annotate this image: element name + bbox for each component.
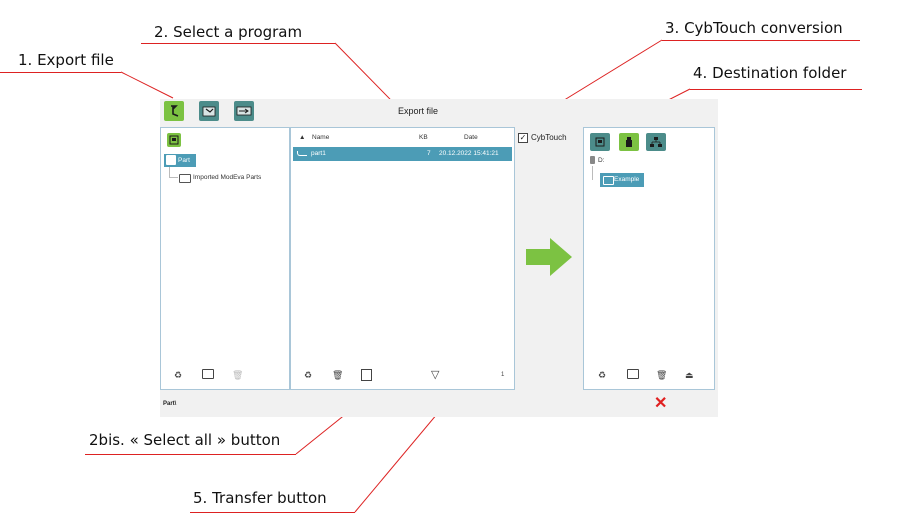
callout-underline [85, 454, 296, 455]
file-row-part1[interactable]: part1 7 20.12.2022 15:41:21 [293, 147, 512, 161]
callout-destination-folder: 4. Destination folder [693, 64, 847, 82]
tree-item-label: Part [178, 157, 190, 164]
status-path: Part\ [163, 401, 177, 407]
export-file-icon [171, 105, 179, 117]
file-name: part1 [311, 150, 326, 157]
file-date: 20.12.2022 15:41:21 [439, 150, 499, 157]
machine-transfer-button[interactable] [234, 101, 254, 121]
export-file-window: Export file Part Imported ModEva Parts ♻… [160, 99, 718, 417]
leader-export-file [120, 71, 174, 99]
callout-underline [141, 43, 335, 44]
delete-file-button[interactable]: 🗑 [332, 370, 343, 381]
callout-underline [662, 40, 860, 41]
local-drive-button[interactable] [167, 133, 181, 147]
callout-cybtouch-conversion: 3. CybTouch conversion [665, 19, 843, 37]
folder-open-icon [603, 176, 614, 185]
filter-button[interactable]: ▽ [431, 368, 439, 381]
usb-drive-icon [626, 137, 632, 147]
delete-folder-button[interactable]: 🗑 [232, 370, 243, 381]
select-all-button[interactable] [361, 369, 372, 381]
destination-folder-panel: D: Example ♻ 🗑 ⏏ [583, 127, 715, 390]
cybtouch-label: CybTouch [531, 133, 567, 142]
drive-icon [590, 156, 595, 164]
trash-icon: 🗑 [332, 370, 344, 380]
drive-label: D: [598, 157, 605, 164]
filter-icon: ▽ [431, 369, 440, 381]
destination-new-folder-button[interactable] [627, 369, 639, 379]
callout-underline [190, 512, 355, 513]
callout-select-program: 2. Select a program [154, 23, 303, 41]
column-header-date[interactable]: Date [464, 134, 478, 141]
tree-connector [169, 167, 178, 178]
folder-icon [179, 174, 191, 183]
source-folder-panel: Part Imported ModEva Parts ♻ 🗑 [160, 127, 290, 390]
column-header-name[interactable]: Name [312, 134, 329, 141]
network-icon [650, 137, 662, 147]
new-folder-button[interactable] [202, 369, 214, 379]
tree-connector [592, 166, 599, 180]
callout-underline [690, 89, 862, 90]
destination-delete-button[interactable]: 🗑 [656, 370, 667, 381]
import-file-icon [202, 106, 216, 117]
close-icon: ✕ [654, 395, 668, 412]
refresh-files-button[interactable]: ♻ [304, 370, 312, 381]
transfer-button[interactable] [526, 238, 572, 276]
network-drive-button[interactable] [646, 133, 666, 151]
refresh-button[interactable]: ♻ [174, 370, 182, 381]
recycle-icon: ♻ [598, 370, 607, 380]
destination-folder-example[interactable]: Example [600, 173, 644, 187]
hard-drive-icon [595, 137, 605, 147]
recycle-icon: ♻ [174, 370, 183, 380]
callout-transfer: 5. Transfer button [193, 489, 327, 507]
close-button[interactable]: ✕ [654, 393, 667, 413]
sort-ascending-icon[interactable]: ▲ [299, 134, 305, 141]
trash-icon: 🗑 [656, 370, 668, 380]
tree-item-part[interactable]: Part [164, 154, 196, 167]
hard-drive-icon [169, 135, 179, 145]
destination-local-drive-button[interactable] [590, 133, 610, 151]
callout-underline [0, 72, 121, 73]
import-file-button[interactable] [199, 101, 219, 121]
usb-drive-button[interactable] [619, 133, 639, 151]
machine-transfer-icon [236, 106, 252, 116]
recycle-icon: ♻ [304, 370, 313, 380]
window-title: Export file [398, 106, 439, 116]
tree-item-label: Imported ModEva Parts [193, 174, 262, 181]
export-file-button[interactable] [164, 101, 184, 121]
eject-button[interactable]: ⏏ [685, 370, 694, 381]
cybtouch-checkbox[interactable]: ✓ [518, 133, 528, 143]
folder-label: Example [614, 176, 640, 183]
eject-icon: ⏏ [685, 370, 694, 380]
callout-select-all: 2bis. « Select all » button [89, 431, 281, 449]
tree-item-imported-modeva-parts[interactable]: Imported ModEva Parts [179, 173, 261, 183]
part-drive-icon [166, 155, 176, 165]
trash-icon: 🗑 [232, 370, 244, 380]
part-file-icon [297, 151, 307, 156]
callout-export-file: 1. Export file [18, 51, 114, 69]
file-count: 1 [501, 372, 505, 378]
file-list-panel: ▲ Name KB Date part1 7 20.12.2022 15:41:… [290, 127, 515, 390]
file-size: 7 [427, 150, 431, 157]
column-header-kb[interactable]: KB [419, 134, 428, 141]
destination-refresh-button[interactable]: ♻ [598, 370, 606, 381]
right-arrow-icon [526, 238, 572, 276]
